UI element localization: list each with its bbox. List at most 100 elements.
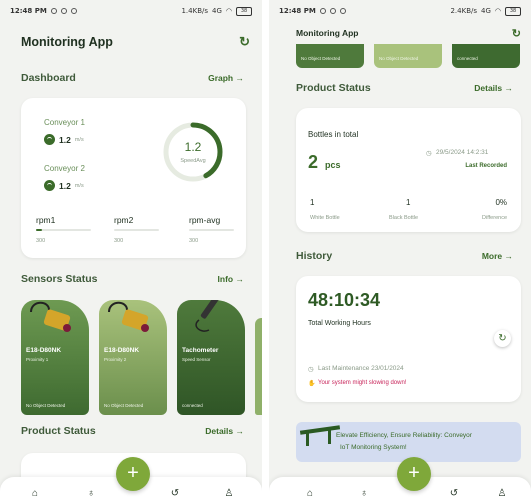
network-speed: 2.4KB/s [450, 7, 477, 15]
notification-icon [339, 8, 346, 14]
difference-label: Difference [482, 215, 507, 221]
profile-icon[interactable]: ♙ [495, 488, 509, 499]
sensor-name: E18-D80NK [104, 347, 140, 354]
sensor-status: No Object Detected [104, 403, 144, 408]
reset-icon[interactable]: ↻ [494, 330, 511, 347]
sensor-sub: Proximity 2 [104, 357, 127, 362]
sensor-card[interactable]: E18-D80NK Proximity 2 No Object Detected [99, 300, 167, 415]
sensor-card-partial[interactable]: No Object Detected [296, 40, 364, 68]
more-link[interactable]: More → [482, 251, 513, 261]
bottles-title: Bottles in total [308, 130, 359, 139]
status-bar: 12:48 PM 1.4KB/s 4G ◠ 38 [0, 0, 262, 22]
recorded-date: 29/5/2024 14:2:31 [436, 149, 489, 156]
sensors-header: Sensors Status Info → [0, 268, 262, 290]
app-title: Monitoring App [296, 28, 359, 38]
signal-label: 4G [212, 7, 222, 15]
profile-icon[interactable]: ♙ [222, 488, 236, 499]
info-link[interactable]: Info → [218, 274, 244, 284]
section-title: History [296, 250, 333, 262]
sensor-card[interactable]: Tachometer Speed Sensor connected [177, 300, 245, 415]
bottle-unit: pcs [325, 160, 341, 170]
notification-icon [50, 8, 57, 14]
history-card: 48:10:34 Total Working Hours ↻ ◷ Last Ma… [296, 276, 521, 402]
sensor-status: connected [457, 56, 478, 61]
tachometer-image [195, 300, 220, 332]
section-title: Product Status [296, 82, 371, 94]
black-bottle-value: 1 [406, 198, 411, 207]
bottle-count: 2 [308, 152, 319, 172]
dashboard-card: Conveyor 1 1.2 m/s Conveyor 2 1.2 m/s 1.… [21, 98, 246, 258]
add-button[interactable]: + [116, 457, 150, 491]
notification-icon [319, 8, 326, 14]
sensor-status: No Object Detected [26, 403, 66, 408]
product-status-header: Product Status Details → [0, 420, 262, 442]
refresh-icon[interactable]: ↻ [512, 27, 521, 40]
refresh-icon[interactable]: ↻ [239, 34, 250, 50]
banner-line2: IoT Monitoring System! [340, 444, 407, 451]
phone-screen-details: 12:48 PM 2.4KB/s 4G ◠ 38 No Object Detec… [269, 0, 531, 503]
clock-icon: ◷ [308, 366, 314, 373]
sensor-status: No Object Detected [301, 56, 341, 61]
battery-icon: 38 [236, 6, 252, 16]
sensor-card[interactable]: E18-D80NK Proximity 1 No Object Detected [21, 300, 89, 415]
app-bar: Monitoring App ↻ [0, 22, 262, 62]
sensor-name: E18-D80NK [26, 347, 62, 354]
difference-value: 0% [495, 198, 507, 207]
history-header: History More → [275, 245, 531, 267]
last-maintenance: Last Maintenance 23/01/2024 [318, 365, 404, 372]
rpm-avg-sub: 300 [189, 238, 199, 244]
section-title: Sensors Status [21, 273, 98, 285]
promo-banner: Elevate Efficiency, Ensure Reliability: … [296, 422, 521, 462]
details-link[interactable]: Details → [474, 83, 513, 93]
location-icon[interactable]: ♁ [357, 488, 371, 499]
sensor-status: No Object Detected [379, 56, 419, 61]
sensor-sub: Proximity 1 [26, 357, 49, 362]
rpm2-label: rpm2 [114, 215, 134, 225]
black-bottle-label: Black Bottle [389, 215, 419, 221]
conveyor1-label: Conveyor 1 [44, 118, 85, 127]
rpm2-bar [114, 229, 159, 231]
product-status-header: Product Status Details → [275, 77, 531, 99]
history-icon[interactable]: ↺ [447, 488, 461, 499]
network-speed: 1.4KB/s [181, 7, 208, 15]
conveyor1-value: 1.2 m/s [44, 134, 84, 145]
dashboard-header: Dashboard Graph → [0, 67, 262, 89]
rpm1-bar [36, 229, 91, 231]
working-hours-label: Total Working Hours [308, 320, 371, 327]
sensor-card-partial[interactable]: connected [452, 40, 520, 68]
conveyor2-value: 1.2 m/s [44, 180, 84, 191]
white-bottle-label: White Bottle [310, 215, 340, 221]
rpm2-sub: 300 [114, 238, 124, 244]
status-time: 12:48 PM [279, 7, 316, 15]
warning-icon: ✋ [308, 381, 316, 387]
conveyor2-label: Conveyor 2 [44, 164, 85, 173]
details-link[interactable]: Details → [205, 426, 244, 436]
product-status-card: Bottles in total 2 pcs ◷ 29/5/2024 14:2:… [296, 108, 521, 232]
section-title: Product Status [21, 425, 96, 437]
notification-icon [70, 8, 77, 14]
white-bottle-value: 1 [310, 198, 315, 207]
status-bar: 12:48 PM 2.4KB/s 4G ◠ 38 [269, 0, 531, 22]
wifi-icon: ◠ [494, 7, 501, 15]
add-button[interactable]: + [397, 457, 431, 491]
phone-screen-dashboard: 12:48 PM 1.4KB/s 4G ◠ 38 Monitoring App … [0, 0, 262, 503]
proximity-sensor-image [108, 301, 149, 332]
notification-icon [60, 8, 67, 14]
sensor-status: connected [182, 403, 203, 408]
rpm-avg-bar [189, 229, 234, 231]
graph-link[interactable]: Graph → [208, 73, 244, 83]
home-icon[interactable]: ⌂ [28, 488, 42, 499]
history-icon[interactable]: ↺ [168, 488, 182, 499]
working-hours: 48:10:34 [308, 290, 381, 310]
rpm-avg-label: rpm-avg [189, 215, 221, 225]
banner-line1: Elevate Efficiency, Ensure Reliability: … [336, 432, 472, 439]
home-icon[interactable]: ⌂ [303, 488, 317, 499]
sensor-card-partial[interactable] [255, 318, 262, 415]
notification-icon [329, 8, 336, 14]
app-title: Monitoring App [21, 35, 113, 49]
section-title: Dashboard [21, 72, 76, 84]
location-icon[interactable]: ♁ [84, 488, 98, 499]
status-time: 12:48 PM [10, 7, 47, 15]
gauge-label: SpeedAvg [180, 158, 206, 164]
sensor-card-partial[interactable]: No Object Detected [374, 40, 442, 68]
